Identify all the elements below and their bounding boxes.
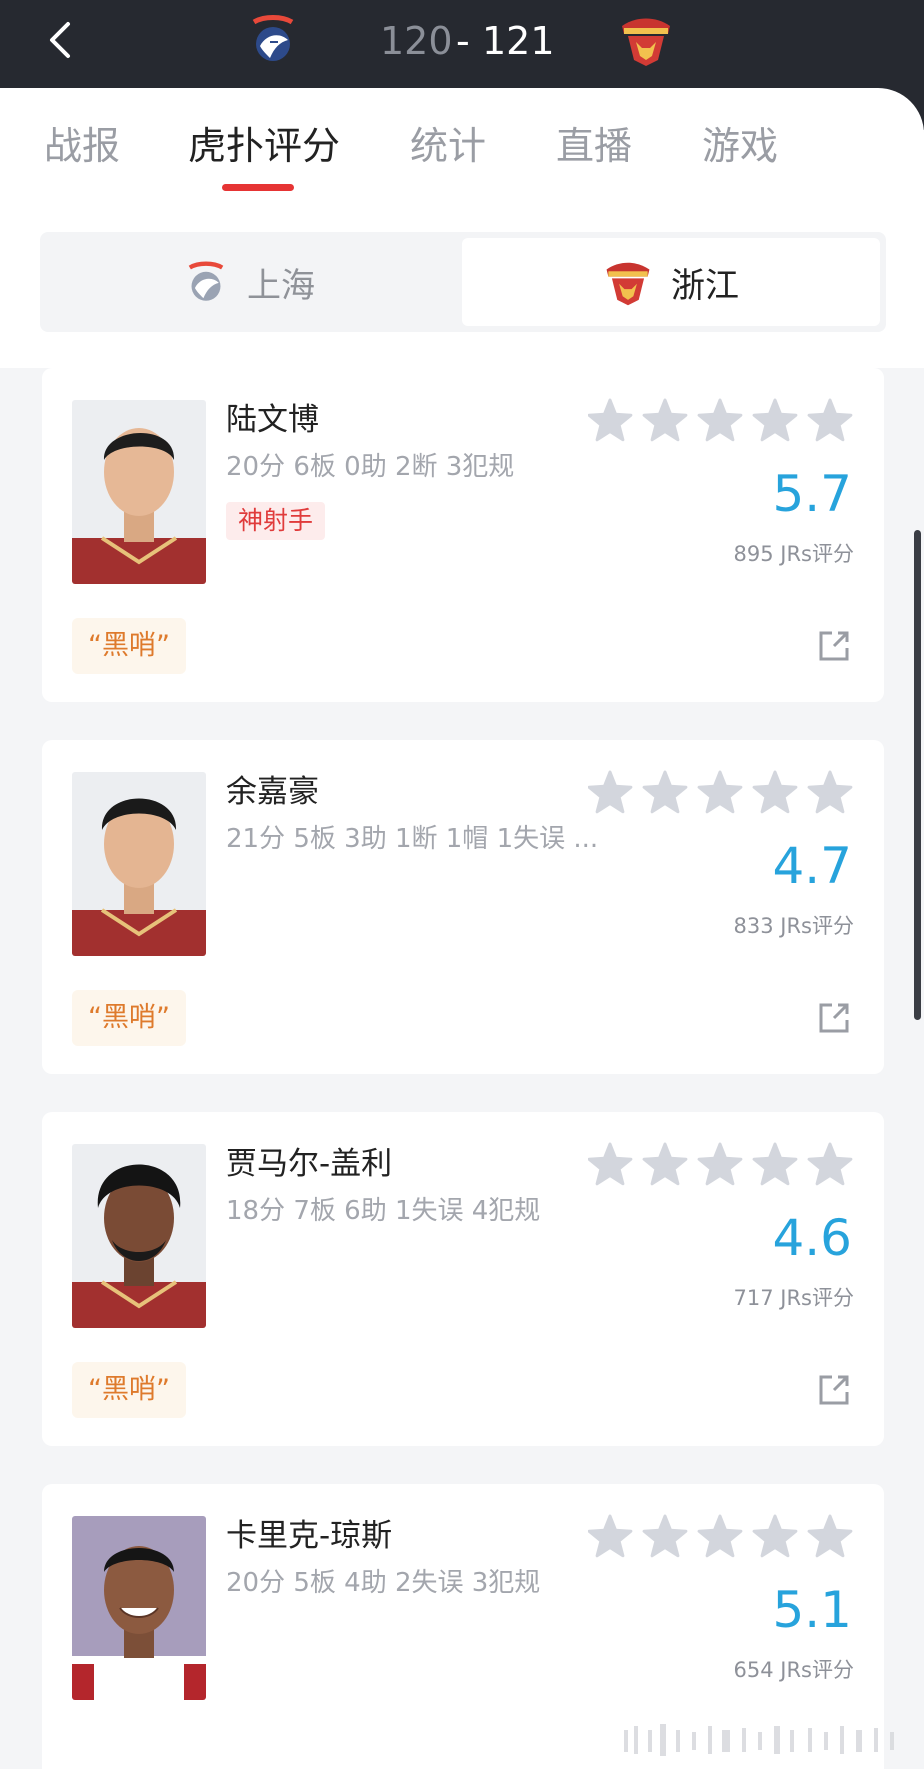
star-icon[interactable] [642,1142,688,1186]
away-score: 121 [482,19,555,63]
share-icon[interactable] [816,628,852,664]
golden-bulls-logo-icon [606,262,650,306]
player-rating: 5.1 [772,1581,852,1639]
star-icon[interactable] [642,770,688,814]
player-card[interactable]: 余嘉豪 21分 5板 3助 1断 1帽 1失误 ... 4.7 833 JRs评… [42,740,884,1074]
team-switch: 上海 浙江 [40,232,886,332]
home-score: 120 [380,19,453,63]
tab-stats[interactable]: 统计 [410,118,486,174]
player-stats: 20分 6板 0助 2断 3犯规 [226,452,515,482]
vote-count: 654 JRs评分 [733,1658,854,1682]
star-icon[interactable] [752,770,798,814]
star-rating[interactable] [588,398,854,444]
top-comment[interactable]: “黑哨” [72,990,186,1046]
player-stats: 21分 5板 3助 1断 1帽 1失误 ... [226,824,599,854]
team-switch-home-label: 上海 [247,265,315,306]
star-icon[interactable] [752,1142,798,1186]
vote-count: 833 JRs评分 [733,914,854,938]
player-stats: 18分 7板 6助 1失误 4犯规 [226,1196,541,1226]
top-comment[interactable]: “黑哨” [72,618,186,674]
star-icon[interactable] [752,398,798,442]
sharks-logo-icon [188,261,224,301]
star-icon[interactable] [807,398,853,442]
vote-count: 717 JRs评分 [733,1286,854,1310]
tab-report[interactable]: 战报 [44,118,120,174]
share-icon[interactable] [816,1372,852,1408]
star-icon[interactable] [588,1142,633,1186]
active-tab-indicator [222,184,294,191]
player-name: 贾马尔-盖利 [226,1146,393,1182]
star-rating[interactable] [588,1514,854,1560]
watermark-icon [624,1724,894,1756]
player-name: 陆文博 [226,402,319,438]
star-icon[interactable] [697,770,743,814]
sharks-logo-icon[interactable] [248,12,298,66]
team-switch-away[interactable]: 浙江 [462,238,880,326]
team-switch-home[interactable]: 上海 [40,238,458,326]
star-icon[interactable] [697,398,743,442]
player-avatar [72,772,206,956]
back-button[interactable] [40,18,84,62]
star-icon[interactable] [807,1514,853,1558]
player-stats: 20分 5板 4助 2失误 3犯规 [226,1568,541,1598]
player-tag: 神射手 [226,502,326,540]
team-switch-away-label: 浙江 [671,265,739,306]
player-rating: 4.7 [772,837,852,895]
star-icon[interactable] [807,770,853,814]
star-icon[interactable] [697,1142,743,1186]
scrollbar[interactable] [914,530,921,1020]
star-rating[interactable] [588,770,854,816]
chevron-left-icon [50,22,70,58]
star-icon[interactable] [642,1514,688,1558]
score-separator: - [456,19,470,63]
tab-game[interactable]: 游戏 [702,118,778,174]
player-card[interactable]: 贾马尔-盖利 18分 7板 6助 1失误 4犯规 4.6 717 JRs评分 “… [42,1112,884,1446]
star-rating[interactable] [588,1142,854,1188]
player-avatar [72,1516,206,1700]
star-icon[interactable] [697,1514,743,1558]
star-icon[interactable] [588,1514,633,1558]
tab-sheet: 战报 虎扑评分 统计 直播 游戏 上海 浙江 [0,88,924,368]
tab-live[interactable]: 直播 [556,118,632,174]
star-icon[interactable] [807,1142,853,1186]
vote-count: 895 JRs评分 [733,542,854,566]
star-icon[interactable] [642,398,688,442]
star-icon[interactable] [588,398,633,442]
player-avatar [72,400,206,584]
player-name: 余嘉豪 [226,774,319,810]
star-icon[interactable] [752,1514,798,1558]
player-rating: 4.6 [772,1209,852,1267]
player-name: 卡里克-琼斯 [226,1518,393,1554]
tab-hupu-rating[interactable]: 虎扑评分 [188,118,340,174]
player-avatar [72,1144,206,1328]
golden-bulls-logo-icon[interactable] [618,12,674,68]
player-card[interactable]: 陆文博 20分 6板 0助 2断 3犯规 神射手 5.7 895 JRs评分 “… [42,368,884,702]
star-icon[interactable] [588,770,633,814]
player-rating: 5.7 [772,465,852,523]
top-comment[interactable]: “黑哨” [72,1362,186,1418]
share-icon[interactable] [816,1000,852,1036]
